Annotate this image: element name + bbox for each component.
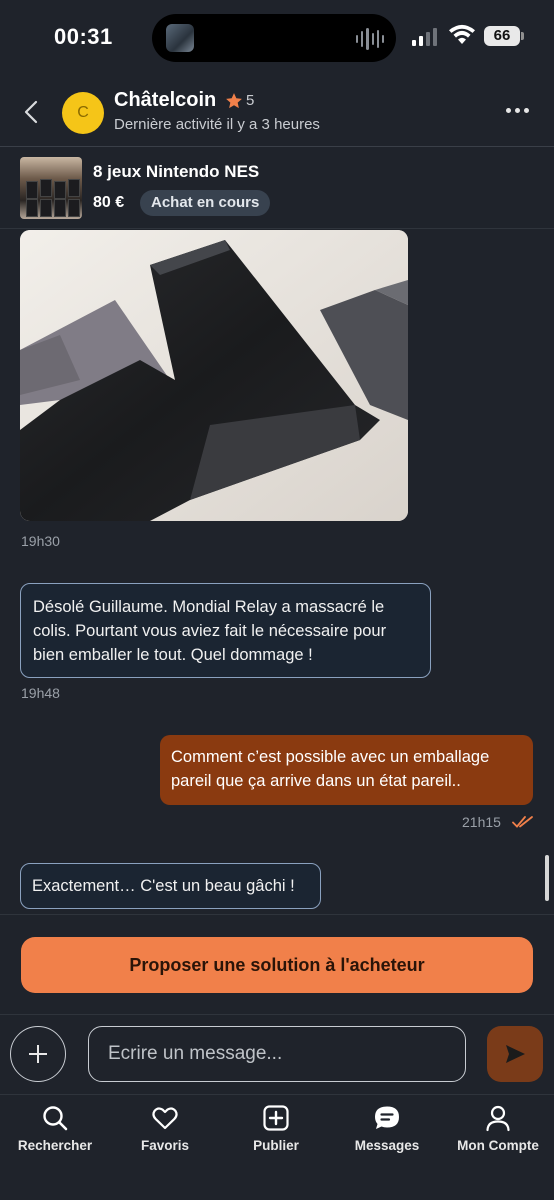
plus-square-icon <box>263 1105 289 1131</box>
cellular-signal-icon <box>412 28 437 46</box>
tabbar-divider <box>0 1094 554 1095</box>
message-text: Désolé Guillaume. Mondial Relay a massac… <box>33 598 387 664</box>
back-chevron-icon[interactable] <box>20 98 44 126</box>
message-time: 19h48 <box>21 685 60 701</box>
status-time: 00:31 <box>54 24 113 49</box>
message-text: Comment c’est possible avec un emballage… <box>171 748 490 790</box>
tab-messages[interactable]: Messages <box>332 1098 442 1153</box>
composer-divider <box>0 1014 554 1015</box>
heart-icon <box>152 1107 178 1130</box>
incoming-message: Exactement… C'est un beau gâchi ! <box>20 863 321 909</box>
message-time: 21h15 <box>462 814 501 830</box>
send-button[interactable] <box>487 1026 543 1082</box>
product-price: 80 € <box>93 194 125 211</box>
incoming-message: Désolé Guillaume. Mondial Relay a massac… <box>20 583 431 678</box>
battery-indicator: 66 <box>484 26 520 46</box>
seller-avatar[interactable]: C <box>62 92 104 134</box>
seller-rating: 5 <box>246 92 255 109</box>
header-divider <box>0 146 554 147</box>
last-activity: Dernière activité il y a 3 heures <box>114 116 320 133</box>
message-photo[interactable] <box>20 230 408 521</box>
message-input[interactable] <box>88 1026 466 1082</box>
star-icon <box>226 93 242 109</box>
tab-favoris[interactable]: Favoris <box>110 1098 220 1153</box>
wifi-icon <box>449 24 475 44</box>
battery-tip <box>521 32 524 40</box>
search-icon <box>43 1106 68 1131</box>
propose-solution-button[interactable]: Proposer une solution à l'acheteur <box>21 937 533 993</box>
add-attachment-button[interactable] <box>10 1026 66 1082</box>
product-title[interactable]: 8 jeux Nintendo NES <box>93 162 259 182</box>
message-time: 19h30 <box>21 533 60 549</box>
damaged-package-photo <box>20 230 408 521</box>
tab-publier[interactable]: Publier <box>221 1098 331 1153</box>
now-playing-artwork <box>166 24 194 52</box>
tab-rechercher[interactable]: Rechercher <box>0 1098 110 1153</box>
tab-label: Publier <box>253 1138 299 1153</box>
product-thumbnail[interactable] <box>20 157 82 219</box>
chat-divider <box>0 914 554 915</box>
tab-mon-compte[interactable]: Mon Compte <box>443 1098 553 1153</box>
more-options-icon[interactable] <box>506 102 534 118</box>
message-text: Exactement… C'est un beau gâchi ! <box>32 877 295 895</box>
person-icon <box>486 1105 510 1132</box>
product-divider <box>0 228 554 229</box>
outgoing-message: Comment c’est possible avec un emballage… <box>160 735 533 805</box>
send-icon <box>506 1045 525 1063</box>
read-check-icon <box>512 816 533 828</box>
audio-wave-icon <box>356 28 385 50</box>
tab-label: Favoris <box>140 1138 190 1153</box>
status-badge: Achat en cours <box>140 190 271 216</box>
seller-name[interactable]: Châtelcoin <box>114 89 216 112</box>
tab-label: Rechercher <box>17 1138 93 1153</box>
tab-label: Messages <box>354 1138 420 1153</box>
chat-icon <box>375 1106 399 1129</box>
tab-label: Mon Compte <box>457 1138 539 1153</box>
chat-scrollbar[interactable] <box>545 855 549 901</box>
